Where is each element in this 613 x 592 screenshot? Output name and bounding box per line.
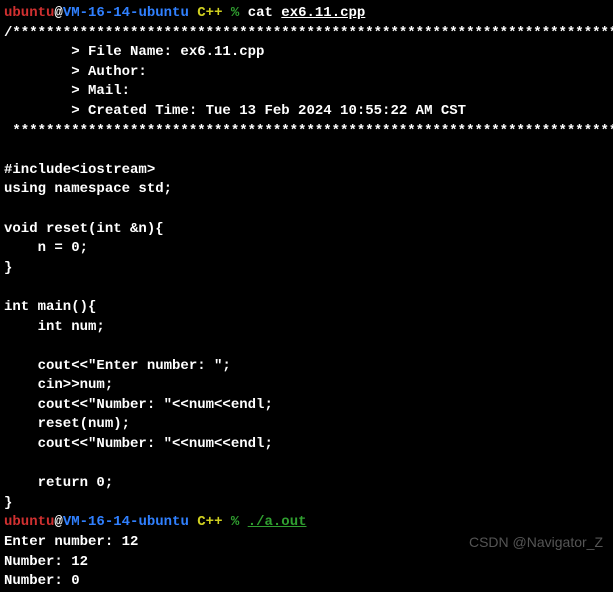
code-line: int main(){ [4, 298, 609, 318]
code-line: return 0; [4, 474, 609, 494]
prompt-at: @ [54, 5, 62, 21]
code-line: void reset(int &n){ [4, 220, 609, 240]
command-cat: cat [248, 5, 282, 21]
code-line: cout<<"Number: "<<num<<endl; [4, 396, 609, 416]
code-line: } [4, 494, 609, 514]
prompt-user: ubuntu [4, 5, 54, 21]
code-line: > Author: [4, 63, 609, 83]
code-line: cout<<"Enter number: "; [4, 357, 609, 377]
code-line [4, 337, 609, 357]
code-line: cout<<"Number: "<<num<<endl; [4, 435, 609, 455]
watermark-text: CSDN @Navigator_Z [469, 533, 603, 553]
prompt-at: @ [54, 514, 62, 530]
code-line: > Mail: [4, 82, 609, 102]
output-line: Number: 0 [4, 572, 609, 592]
output-line: Number: 12 [4, 553, 609, 573]
prompt-symbol: % [222, 5, 247, 21]
prompt-line-1[interactable]: ubuntu@VM-16-14-ubuntu C++ % cat ex6.11.… [4, 4, 609, 24]
code-line [4, 455, 609, 475]
code-line: ****************************************… [4, 122, 609, 142]
command-arg: ex6.11.cpp [281, 5, 365, 21]
prompt-host: VM-16-14-ubuntu [63, 514, 189, 530]
code-line: int num; [4, 318, 609, 338]
code-line [4, 141, 609, 161]
prompt-line-2[interactable]: ubuntu@VM-16-14-ubuntu C++ % ./a.out [4, 513, 609, 533]
code-line [4, 200, 609, 220]
code-line: > Created Time: Tue 13 Feb 2024 10:55:22… [4, 102, 609, 122]
code-line: #include<iostream> [4, 161, 609, 181]
prompt-symbol: % [222, 514, 247, 530]
code-line: cin>>num; [4, 376, 609, 396]
prompt-host: VM-16-14-ubuntu [63, 5, 189, 21]
code-line: /***************************************… [4, 24, 609, 44]
file-content: /***************************************… [4, 24, 609, 514]
prompt-path: C++ [189, 514, 223, 530]
code-line: n = 0; [4, 239, 609, 259]
code-line: } [4, 259, 609, 279]
code-line [4, 278, 609, 298]
command-run: ./a.out [248, 514, 307, 530]
code-line: using namespace std; [4, 180, 609, 200]
code-line: > File Name: ex6.11.cpp [4, 43, 609, 63]
code-line: reset(num); [4, 415, 609, 435]
prompt-path: C++ [189, 5, 223, 21]
prompt-user: ubuntu [4, 514, 54, 530]
